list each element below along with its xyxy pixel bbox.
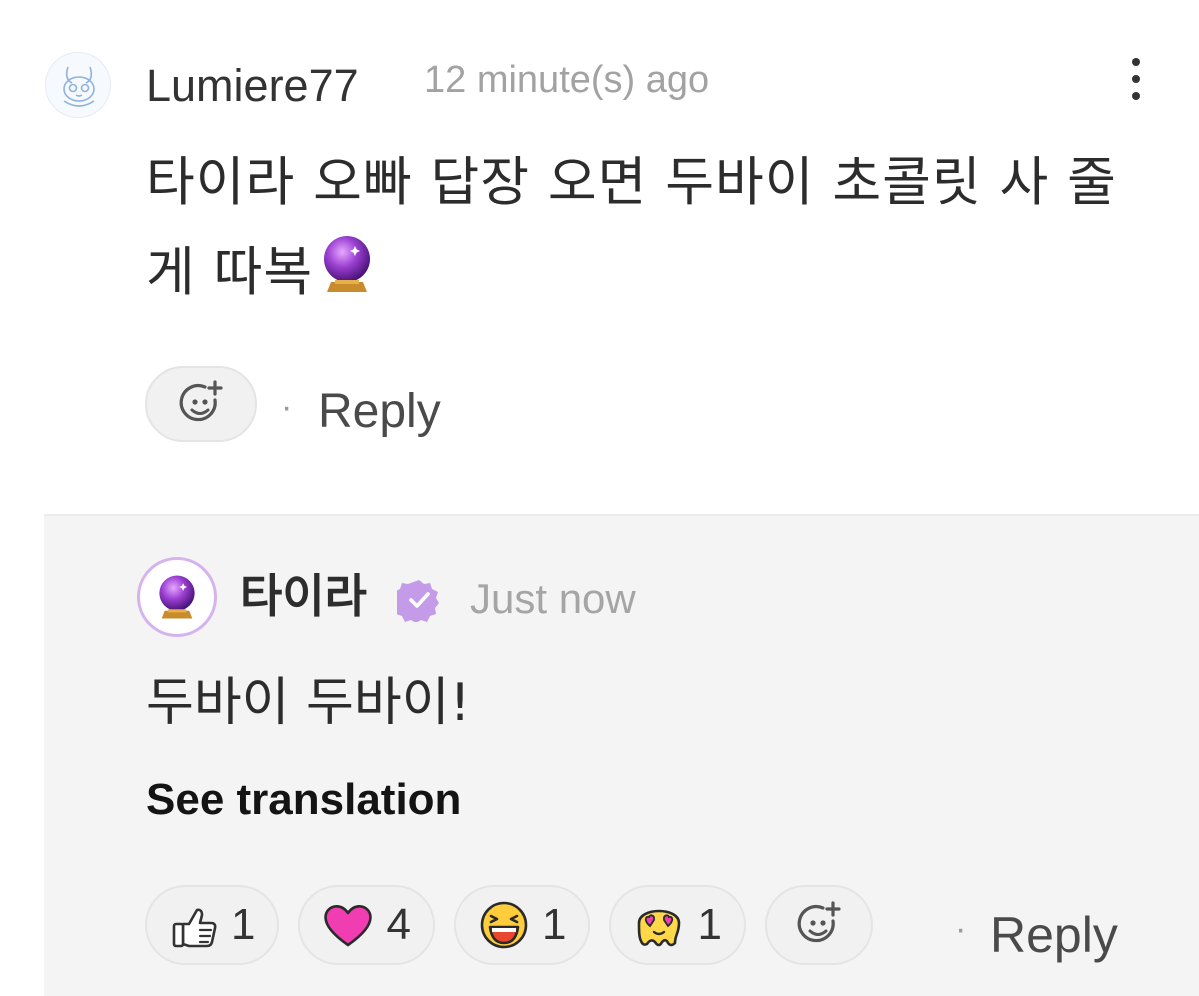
- reaction-heart-eyes-melting[interactable]: 1: [609, 885, 746, 965]
- reaction-count: 1: [541, 900, 567, 949]
- add-reaction-button[interactable]: [145, 366, 257, 442]
- crystal-ball-icon: [317, 232, 377, 324]
- reply-timestamp: Just now: [470, 575, 636, 622]
- reaction-count: 4: [386, 900, 411, 949]
- replier-avatar[interactable]: [137, 557, 217, 637]
- heart-eyes-melting-face-icon: [638, 909, 681, 947]
- reaction-count: 1: [231, 900, 256, 949]
- reaction-thumbs-up[interactable]: 1: [145, 885, 280, 965]
- comment-text: 타이라 오빠 답장 오면 두바이 초콜릿 사 줄게 따복: [146, 152, 1117, 303]
- reply-button[interactable]: Reply: [990, 904, 1118, 966]
- add-reaction-button[interactable]: [764, 885, 873, 965]
- reply-button[interactable]: Reply: [318, 382, 441, 442]
- reaction-heart[interactable]: 4: [298, 885, 435, 965]
- reaction-laughing[interactable]: 1: [453, 885, 591, 965]
- reaction-bar: 1 4 1 1: [145, 885, 873, 965]
- reaction-count: 1: [697, 900, 722, 949]
- replier-username[interactable]: 타이라: [240, 568, 367, 624]
- add-reaction-icon: [797, 901, 841, 943]
- reply-body: 두바이 두바이!: [146, 673, 471, 733]
- verified-badge-icon: [393, 578, 441, 623]
- laughing-face-icon: [480, 901, 528, 949]
- heart-icon: [324, 905, 373, 947]
- commenter-avatar[interactable]: [45, 52, 111, 118]
- commenter-username[interactable]: Lumiere77: [146, 56, 359, 116]
- comment-body: 타이라 오빠 답장 오면 두바이 초콜릿 사 줄게 따복: [146, 138, 1146, 324]
- add-reaction-icon: [179, 380, 223, 422]
- more-options-icon[interactable]: [1118, 58, 1154, 108]
- thumbs-up-icon: [172, 908, 217, 948]
- crystal-ball-icon: [159, 575, 195, 619]
- comment-timestamp: 12 minute(s) ago: [424, 59, 710, 101]
- separator-dot: ·: [281, 388, 293, 426]
- separator-dot: ·: [955, 910, 967, 948]
- see-translation-link[interactable]: See translation: [146, 772, 461, 828]
